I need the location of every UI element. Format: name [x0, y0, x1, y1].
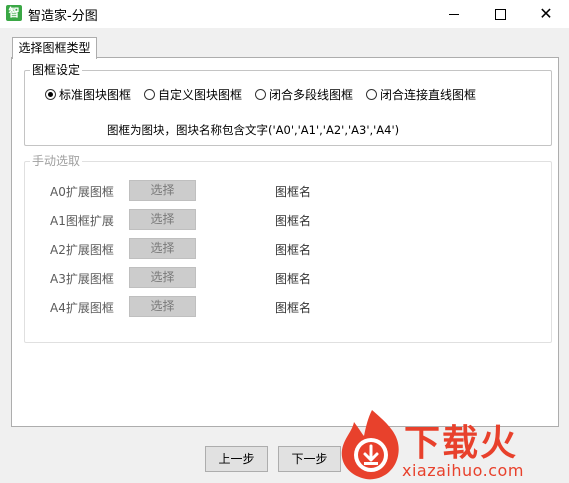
row-label: A1图框扩展: [50, 214, 114, 228]
manual-row-a1: A1图框扩展 选择 图框名: [25, 209, 551, 231]
radio-label: 闭合连接直线图框: [380, 88, 477, 102]
radio-label: 闭合多段线图框: [269, 88, 354, 102]
app-logo-icon: 智: [6, 5, 22, 21]
maximize-button[interactable]: [477, 0, 523, 28]
watermark-brand: 下载火: [404, 423, 519, 464]
watermark-url: xiazaihuo.com: [402, 461, 524, 480]
next-step-button[interactable]: 下一步: [278, 446, 341, 472]
row-label: A3扩展图框: [50, 272, 114, 286]
minimize-icon: [449, 13, 459, 15]
manual-row-a4: A4扩展图框 选择 图框名: [25, 296, 551, 318]
title-bar: 智 智造家-分图 ✕: [0, 0, 569, 28]
manual-select-group: 手动选取 A0扩展图框 选择 图框名 A1图框扩展 选择 图框名 A2扩展图框 …: [24, 154, 552, 343]
radio-label: 自定义图块图框: [158, 88, 243, 102]
watermark-logo: 下载火 xiazaihuo.com: [336, 406, 569, 483]
row-label: A4扩展图框: [50, 301, 114, 315]
select-a1-button[interactable]: 选择: [129, 209, 196, 230]
radio-custom-block[interactable]: 自定义图块图框: [144, 86, 242, 103]
radio-closed-lines[interactable]: 闭合连接直线图框: [366, 86, 476, 103]
radio-closed-polyline[interactable]: 闭合多段线图框: [255, 86, 353, 103]
radio-checked-icon: [45, 89, 56, 100]
frame-hint-text: 图框为图块，图块名称包含文字('A0','A1','A2','A3','A4'): [107, 123, 400, 137]
radio-unchecked-icon: [255, 89, 267, 100]
minimize-button[interactable]: [431, 0, 477, 28]
frame-name-text: 图框名: [275, 272, 312, 286]
row-label: A0扩展图框: [50, 185, 114, 199]
previous-step-button[interactable]: 上一步: [205, 446, 268, 472]
row-label: A2扩展图框: [50, 243, 114, 257]
frame-name-text: 图框名: [275, 214, 312, 228]
window-title: 智造家-分图: [28, 9, 98, 24]
frame-name-text: 图框名: [275, 185, 312, 199]
radio-standard-block[interactable]: 标准图块图框: [45, 86, 131, 103]
select-a3-button[interactable]: 选择: [129, 267, 196, 288]
frame-name-text: 图框名: [275, 243, 312, 257]
tab-panel: 图框设定 标准图块图框 自定义图块图框 闭合多段线图框 闭合连接直线图框 图框为…: [11, 57, 559, 427]
select-a4-button[interactable]: 选择: [129, 296, 196, 317]
close-icon: ✕: [539, 4, 553, 23]
manual-row-a0: A0扩展图框 选择 图框名: [25, 180, 551, 202]
app-window: 智 智造家-分图 ✕ 选择图框类型 图框设定 标准图块图框 自定义图块图框 闭合…: [0, 0, 569, 483]
radio-unchecked-icon: [144, 89, 156, 100]
flame-logo-icon: [341, 410, 399, 480]
manual-select-legend: 手动选取: [30, 154, 83, 168]
maximize-icon: [494, 8, 506, 20]
select-a2-button[interactable]: 选择: [129, 238, 196, 259]
select-a0-button[interactable]: 选择: [129, 180, 196, 201]
radio-unchecked-icon: [366, 89, 378, 100]
frame-name-text: 图框名: [275, 301, 312, 315]
frame-settings-legend: 图框设定: [30, 63, 83, 77]
frame-type-radio-group: 标准图块图框 自定义图块图框 闭合多段线图框 闭合连接直线图框: [45, 86, 489, 103]
manual-row-a2: A2扩展图框 选择 图框名: [25, 238, 551, 260]
manual-row-a3: A3扩展图框 选择 图框名: [25, 267, 551, 289]
tab-frame-type[interactable]: 选择图框类型: [12, 37, 97, 59]
frame-settings-group: 图框设定 标准图块图框 自定义图块图框 闭合多段线图框 闭合连接直线图框 图框为…: [24, 63, 552, 146]
radio-label: 标准图块图框: [59, 88, 132, 102]
close-button[interactable]: ✕: [523, 0, 569, 28]
